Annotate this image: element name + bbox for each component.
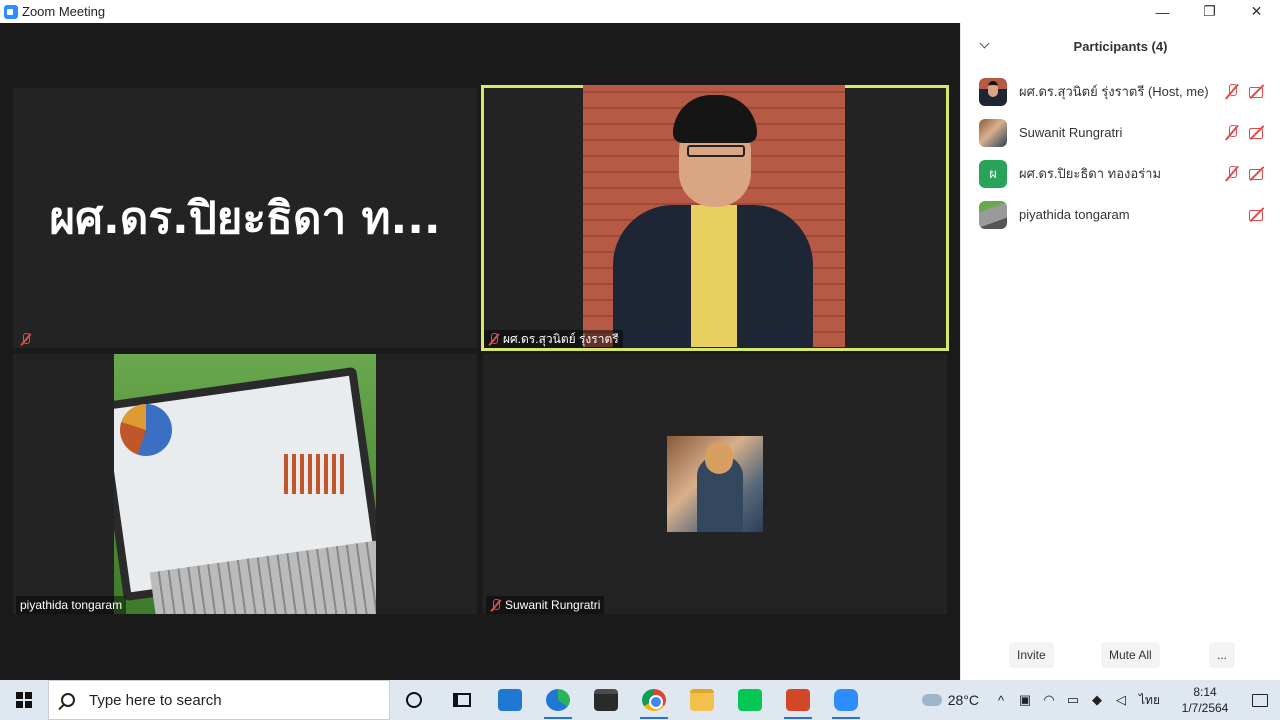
participant-row[interactable]: ผ ผศ.ดร.ปิยะธิดา ทองอร่าม <box>961 153 1280 194</box>
participant-display-name: ผศ.ดร.ปิยะธิดา ท... <box>49 193 441 244</box>
close-button[interactable]: ✕ <box>1233 0 1280 23</box>
store-icon[interactable] <box>582 680 630 720</box>
mute-all-button[interactable]: Mute All <box>1101 642 1160 668</box>
participant-name: ผศ.ดร.สุวนิตย์ รุ่งราตรี (Host, me) <box>1019 84 1209 99</box>
participants-title: Participants (4) <box>1073 38 1168 54</box>
window-title: Zoom Meeting <box>22 4 106 19</box>
mic-muted-icon <box>488 332 499 346</box>
battery-icon[interactable]: ▭ <box>1061 680 1085 720</box>
title-bar: Zoom Meeting — ❐ ✕ <box>0 0 1280 23</box>
avatar: ผ <box>979 159 1007 188</box>
video-off-icon[interactable] <box>1248 124 1266 141</box>
video-gallery: ผศ.ดร.ปิยะธิดา ท... ผศ.ดร.สุวนิตย์ รุ่งร… <box>0 23 960 680</box>
video-off-icon[interactable] <box>1248 165 1266 182</box>
tile-name-text: piyathida tongaram <box>20 598 123 612</box>
wifi-icon[interactable]: ◠ <box>1037 680 1061 720</box>
participant-row[interactable]: piyathida tongaram <box>961 194 1280 235</box>
file-explorer-icon[interactable] <box>678 680 726 720</box>
zoom-icon[interactable] <box>822 680 870 720</box>
minimize-button[interactable]: — <box>1139 0 1186 23</box>
tile-name-label: Suwanit Rungratri <box>486 596 605 614</box>
chevron-up-icon[interactable]: ^ <box>989 680 1013 720</box>
clock-time: 8:14 <box>1193 685 1217 699</box>
meet-now-icon[interactable]: ▣ <box>1013 680 1037 720</box>
weather-widget[interactable]: 28°C <box>917 689 980 708</box>
participants-list: ผศ.ดร.สุวนิตย์ รุ่งราตรี (Host, me) Suwa… <box>961 71 1280 235</box>
participant-video <box>583 85 845 347</box>
windows-icon <box>16 692 32 708</box>
input-language[interactable]: ไทย <box>1139 691 1160 710</box>
more-button[interactable]: ... <box>1209 642 1236 668</box>
line-icon[interactable] <box>726 680 774 720</box>
restore-button[interactable]: ❐ <box>1186 0 1233 23</box>
edge-icon[interactable] <box>534 680 582 720</box>
panel-footer: Invite Mute All ... <box>961 642 1280 668</box>
temperature: 28°C <box>947 692 980 708</box>
mic-muted-icon <box>490 598 501 612</box>
clock[interactable]: 8:14 1/7/2564 <box>1170 684 1240 716</box>
notification-icon <box>1252 693 1268 707</box>
tile-name-label: piyathida tongaram <box>16 596 127 614</box>
participant-row[interactable]: Suwanit Rungratri <box>961 112 1280 153</box>
avatar <box>979 77 1007 106</box>
panel-header: Participants (4) <box>961 23 1280 69</box>
video-tile-1[interactable]: ผศ.ดร.ปิยะธิดา ท... <box>13 88 477 348</box>
powerpoint-icon[interactable] <box>774 680 822 720</box>
tile-name-text: ผศ.ดร.สุวนิตย์ รุ่งราตรี <box>503 331 619 346</box>
avatar <box>979 118 1007 147</box>
video-tile-4[interactable]: Suwanit Rungratri <box>483 354 947 614</box>
invite-button[interactable]: Invite <box>1009 642 1054 668</box>
weather-icon <box>917 689 942 706</box>
mic-muted-icon <box>20 332 31 346</box>
participant-row[interactable]: ผศ.ดร.สุวนิตย์ รุ่งราตรี (Host, me) <box>961 71 1280 112</box>
search-icon <box>61 693 75 707</box>
mic-muted-icon[interactable] <box>1224 124 1240 141</box>
window-controls: — ❐ ✕ <box>1139 0 1280 23</box>
participant-name: ผศ.ดร.ปิยะธิดา ทองอร่าม <box>1019 166 1162 181</box>
dropbox-icon[interactable]: ◆ <box>1085 680 1109 720</box>
mic-muted-icon[interactable] <box>1224 83 1240 100</box>
video-tile-3[interactable]: piyathida tongaram <box>13 354 477 614</box>
tile-name-label: ผศ.ดร.สุวนิตย์ รุ่งราตรี <box>484 330 623 348</box>
task-view-icon[interactable] <box>438 680 486 720</box>
video-tile-2-active[interactable]: ผศ.ดร.สุวนิตย์ รุ่งราตรี <box>481 85 949 351</box>
tile-name-label <box>16 330 39 348</box>
video-off-icon[interactable] <box>1248 206 1266 223</box>
notifications-button[interactable] <box>1240 680 1280 720</box>
search-placeholder: Type here to search <box>89 691 222 709</box>
avatar <box>979 200 1007 229</box>
cortana-icon[interactable] <box>390 680 438 720</box>
video-off-icon[interactable] <box>1248 83 1266 100</box>
mail-icon[interactable] <box>486 680 534 720</box>
participants-panel: Participants (4) ผศ.ดร.สุวนิตย์ รุ่งราตร… <box>960 23 1280 680</box>
zoom-app-icon <box>4 4 18 19</box>
participant-name: Suwanit Rungratri <box>1019 125 1123 140</box>
participant-name: piyathida tongaram <box>1019 207 1130 222</box>
start-button[interactable] <box>0 680 48 720</box>
taskbar-search[interactable]: Type here to search <box>48 680 390 720</box>
chevron-down-icon[interactable] <box>979 39 991 51</box>
participant-video <box>667 436 763 532</box>
mic-muted-icon[interactable] <box>1224 165 1240 182</box>
tile-name-text: Suwanit Rungratri <box>505 598 601 612</box>
chrome-icon[interactable] <box>630 680 678 720</box>
volume-icon[interactable]: ◁ <box>1109 680 1133 720</box>
participant-video <box>114 354 376 614</box>
system-tray: 28°C ^ ▣ ◠ ▭ ◆ ◁ ไทย 8:14 1/7/2564 <box>917 680 1280 720</box>
taskbar: Type here to search 28°C ^ ▣ ◠ ▭ ◆ ◁ ไทย… <box>0 680 1280 720</box>
clock-date: 1/7/2564 <box>1181 701 1229 715</box>
